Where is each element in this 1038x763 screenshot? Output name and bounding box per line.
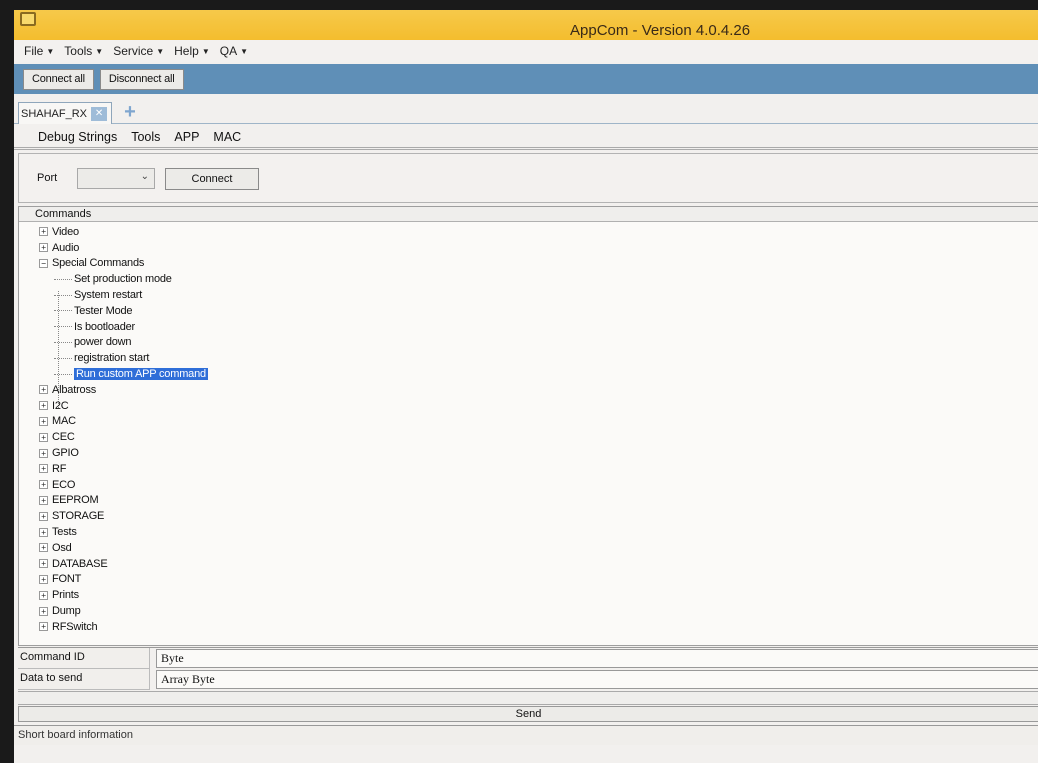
commands-panel: Commands + Video + Audio − Special Commands… bbox=[18, 206, 1038, 646]
tree-node-video[interactable]: + Video bbox=[19, 224, 1038, 240]
expand-icon[interactable]: + bbox=[39, 622, 48, 632]
menu-bar: File ▼ Tools ▼ Service ▼ Help ▼ QA ▼ bbox=[14, 40, 1038, 62]
port-select[interactable]: ⌄ bbox=[77, 168, 155, 189]
expand-icon[interactable]: + bbox=[39, 401, 48, 411]
connect-all-button[interactable]: Connect all bbox=[23, 68, 94, 90]
tree-leaf-run-custom-app-command[interactable]: Run custom APP command bbox=[19, 366, 1038, 382]
expand-icon[interactable]: + bbox=[39, 543, 48, 553]
tree-leaf-set-production-mode[interactable]: Set production mode bbox=[19, 271, 1038, 287]
app-icon bbox=[20, 12, 36, 26]
data-to-send-label: Data to send bbox=[18, 669, 150, 690]
expand-icon[interactable]: + bbox=[39, 495, 48, 505]
tree-node-rf[interactable]: + RF bbox=[19, 461, 1038, 477]
expand-icon[interactable]: + bbox=[39, 385, 48, 395]
collapse-icon[interactable]: − bbox=[39, 258, 48, 268]
tree-node-prints[interactable]: + Prints bbox=[19, 587, 1038, 603]
tree-node-osd[interactable]: + Osd bbox=[19, 540, 1038, 556]
command-id-label: Command ID bbox=[18, 648, 150, 669]
disconnect-all-button[interactable]: Disconnect all bbox=[99, 68, 184, 90]
menu-tools[interactable]: Tools ▼ bbox=[60, 42, 107, 60]
data-to-send-row: Data to send Array Byte bbox=[18, 669, 1038, 690]
tree-node-database[interactable]: + DATABASE bbox=[19, 556, 1038, 572]
menu-service[interactable]: Service ▼ bbox=[109, 42, 168, 60]
caret-down-icon: ▼ bbox=[156, 47, 165, 56]
tree-node-mac[interactable]: + MAC bbox=[19, 414, 1038, 430]
window-title: AppCom - Version 4.0.4.26 bbox=[570, 22, 751, 39]
plus-icon[interactable]: + bbox=[122, 102, 138, 122]
commands-tree[interactable]: + Video + Audio − Special Commands Set prod… bbox=[19, 224, 1038, 635]
app-window: AppCom - Version 4.0.4.26 File ▼ Tools ▼ S… bbox=[14, 10, 1038, 763]
caret-down-icon: ▼ bbox=[240, 47, 249, 56]
command-form: Command ID Byte Data to send Array Byte bbox=[18, 647, 1038, 690]
tree-node-tests[interactable]: + Tests bbox=[19, 524, 1038, 540]
tree-node-i2c[interactable]: + I2C bbox=[19, 398, 1038, 414]
tree-node-gpio[interactable]: + GPIO bbox=[19, 445, 1038, 461]
menu-file[interactable]: File ▼ bbox=[20, 42, 58, 60]
tree-node-eeprom[interactable]: + EEPROM bbox=[19, 493, 1038, 509]
tree-node-audio[interactable]: + Audio bbox=[19, 240, 1038, 256]
tab-device[interactable]: SHAHAF_RX ✕ bbox=[18, 102, 113, 124]
command-id-row: Command ID Byte bbox=[18, 648, 1038, 669]
expand-icon[interactable]: + bbox=[39, 480, 48, 490]
tree-node-storage[interactable]: + STORAGE bbox=[19, 508, 1038, 524]
tree-node-eco[interactable]: + ECO bbox=[19, 477, 1038, 493]
tab-label: SHAHAF_RX bbox=[21, 107, 88, 120]
tree-leaf-is-bootloader[interactable]: Is bootloader bbox=[19, 319, 1038, 335]
port-group: Port ⌄ Connect bbox=[18, 153, 1038, 203]
expand-icon[interactable]: + bbox=[39, 227, 48, 237]
tree-leaf-power-down[interactable]: power down bbox=[19, 335, 1038, 351]
chevron-down-icon: ⌄ bbox=[140, 171, 149, 182]
commands-header: Commands bbox=[19, 207, 1038, 222]
expand-icon[interactable]: + bbox=[39, 606, 48, 616]
connection-toolbar: Connect all Disconnect all bbox=[14, 64, 1038, 94]
command-id-field[interactable]: Byte bbox=[156, 649, 1038, 668]
tab-debug-strings[interactable]: Debug Strings bbox=[38, 130, 117, 144]
tab-tools[interactable]: Tools bbox=[131, 130, 160, 144]
expand-icon[interactable]: + bbox=[39, 243, 48, 253]
tree-leaf-system-restart[interactable]: System restart bbox=[19, 287, 1038, 303]
device-tab-strip: SHAHAF_RX ✕ + bbox=[14, 98, 1038, 124]
expand-icon[interactable]: + bbox=[39, 432, 48, 442]
expand-icon[interactable]: + bbox=[39, 448, 48, 458]
data-to-send-field[interactable]: Array Byte bbox=[156, 670, 1038, 689]
expand-icon[interactable]: + bbox=[39, 416, 48, 426]
port-label: Port bbox=[37, 172, 58, 184]
expand-icon[interactable]: + bbox=[39, 559, 48, 569]
title-bar[interactable]: AppCom - Version 4.0.4.26 bbox=[14, 10, 1038, 40]
caret-down-icon: ▼ bbox=[201, 47, 210, 56]
sub-tab-bar: Debug Strings Tools APP MAC bbox=[14, 126, 1038, 150]
expand-icon[interactable]: + bbox=[39, 527, 48, 537]
tree-leaf-registration-start[interactable]: registration start bbox=[19, 350, 1038, 366]
caret-down-icon: ▼ bbox=[46, 47, 55, 56]
expand-icon[interactable]: + bbox=[39, 464, 48, 474]
connect-button[interactable]: Connect bbox=[165, 168, 259, 190]
tab-mac[interactable]: MAC bbox=[213, 130, 241, 144]
tree-node-font[interactable]: + FONT bbox=[19, 572, 1038, 588]
close-icon[interactable]: ✕ bbox=[91, 106, 108, 121]
tree-leaf-tester-mode[interactable]: Tester Mode bbox=[19, 303, 1038, 319]
status-bar: Short board information bbox=[14, 725, 1038, 745]
menu-qa[interactable]: QA ▼ bbox=[216, 42, 252, 60]
menu-help[interactable]: Help ▼ bbox=[170, 42, 214, 60]
send-button[interactable]: Send bbox=[18, 706, 1038, 722]
expand-icon[interactable]: + bbox=[39, 590, 48, 600]
expand-icon[interactable]: + bbox=[39, 574, 48, 584]
status-text: Short board information bbox=[18, 729, 133, 741]
expand-icon[interactable]: + bbox=[39, 511, 48, 521]
tab-app[interactable]: APP bbox=[174, 130, 199, 144]
caret-down-icon: ▼ bbox=[95, 47, 104, 56]
tree-node-cec[interactable]: + CEC bbox=[19, 429, 1038, 445]
tree-node-rfswitch[interactable]: + RFSwitch bbox=[19, 619, 1038, 635]
tree-node-dump[interactable]: + Dump bbox=[19, 603, 1038, 619]
form-separator bbox=[18, 691, 1038, 705]
tree-node-special-commands[interactable]: − Special Commands bbox=[19, 256, 1038, 272]
tree-node-albatross[interactable]: + Albatross bbox=[19, 382, 1038, 398]
